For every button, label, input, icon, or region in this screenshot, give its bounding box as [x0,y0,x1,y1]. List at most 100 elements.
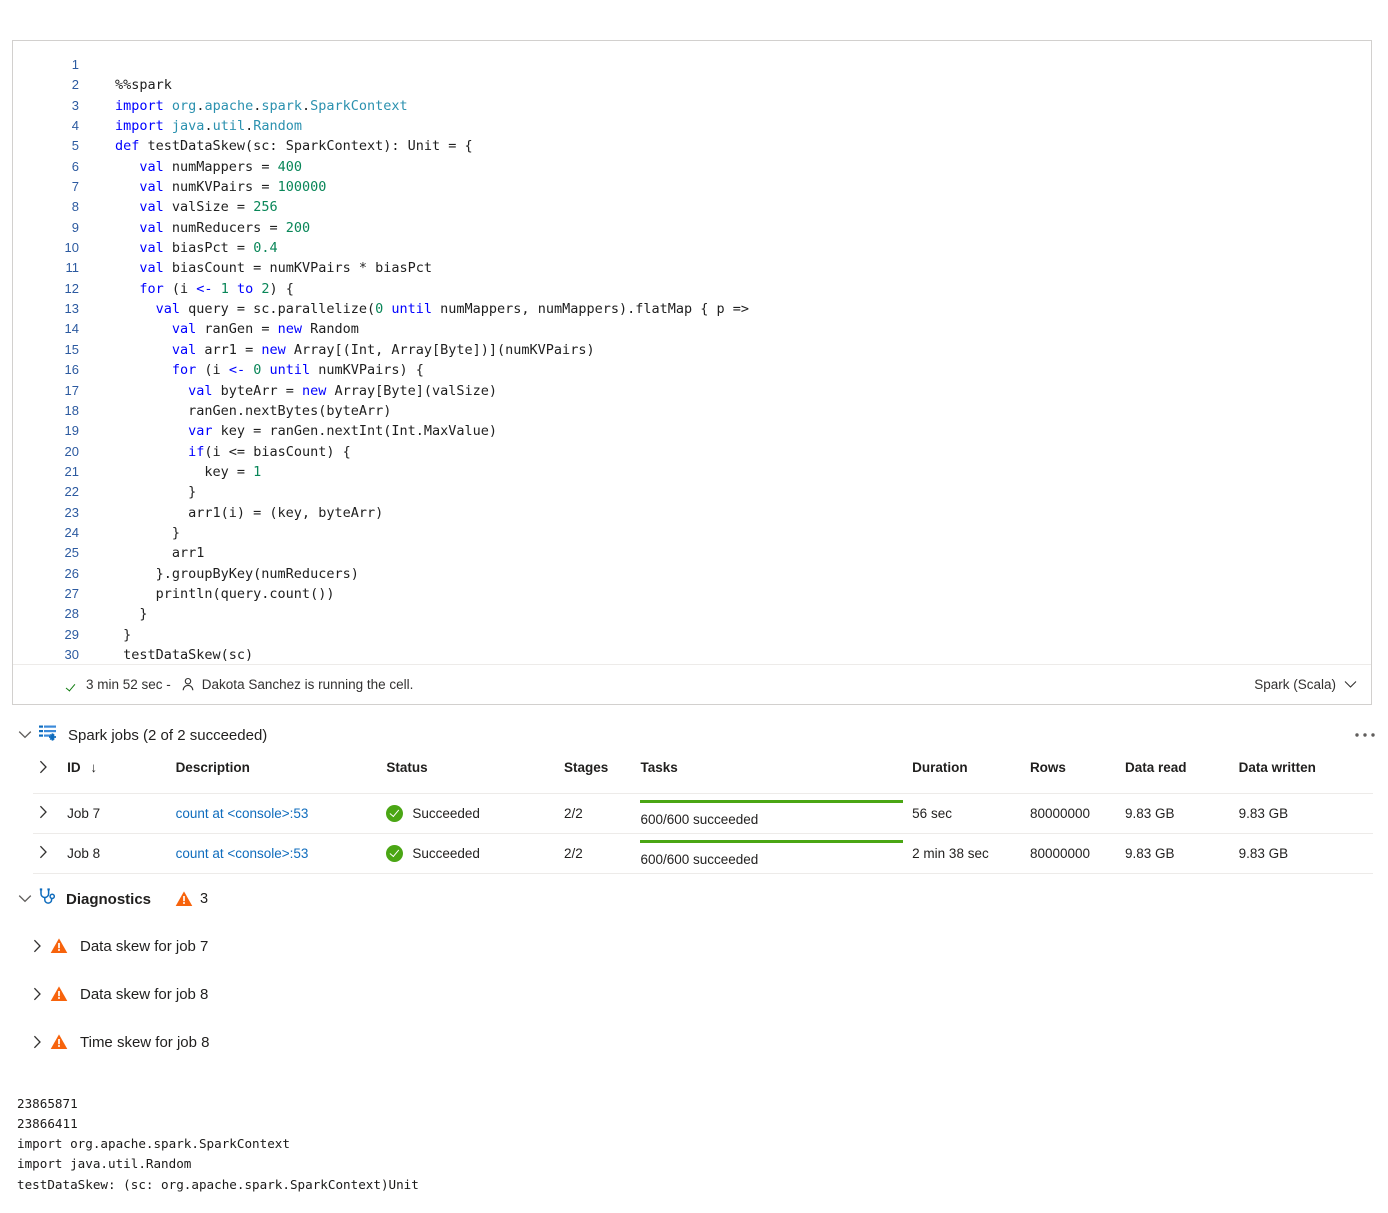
code-line-text: } [115,626,132,643]
line-number: 14 [64,321,79,337]
diagnostics-section-header[interactable]: Diagnostics 3 [12,884,208,914]
column-header-data-written[interactable]: Data written [1239,760,1373,794]
line-number: 8 [71,199,79,215]
line-number: 15 [64,341,79,357]
chevron-right-icon[interactable] [24,933,50,959]
code-line: 25 arr1 [13,543,1371,563]
line-number: 27 [64,585,79,601]
chevron-down-icon[interactable] [12,886,38,912]
code-line-text: val arr1 = new Array[(Int, Array[Byte])]… [171,341,595,358]
cell-success-check-icon [67,678,81,692]
cell-job-id: Job 7 [67,793,176,834]
code-line-text: ranGen.nextBytes(byteArr) [115,402,392,419]
line-number: 7 [71,179,79,195]
warning-icon [50,937,68,955]
cell-job-tasks: 600/600 succeeded [640,793,913,834]
person-icon [181,677,195,692]
diagnostics-item[interactable]: Data skew for job 8 [24,979,208,1009]
column-header-duration[interactable]: Duration [912,760,1030,794]
code-line: 5 def testDataSkew(sc: SparkContext): Uni… [13,136,1371,156]
sort-descending-icon: ↓ [90,760,98,775]
row-expand-cell[interactable] [33,833,68,874]
column-header-description[interactable]: Description [176,760,387,794]
column-header-tasks[interactable]: Tasks [640,760,912,794]
cell-job-description[interactable]: count at <console>:53 [175,793,387,834]
line-number: 11 [65,260,80,276]
cell-language-selector[interactable]: Spark (Scala) [1254,677,1357,692]
code-line-text: val numReducers = 200 [139,219,311,236]
code-line: 7 val numKVPairs = 100000 [13,177,1371,197]
warning-icon [50,1033,68,1051]
table-row[interactable]: Job 7 count at <console>:53 Succeeded 2/2 60… [33,793,1373,834]
chevron-right-icon[interactable] [33,845,53,859]
code-line-text: var key = ranGen.nextInt(Int.MaxValue) [188,423,498,440]
code-editor[interactable]: 1 2 %%spark 3 import org.apache.spark.SparkC… [13,55,1371,665]
column-header-stages[interactable]: Stages [564,760,640,794]
code-line-text: %%spark [115,77,172,94]
warning-icon [50,985,68,1003]
code-line-text: val valSize = 256 [139,199,278,216]
column-header-status[interactable]: Status [386,760,564,794]
chevron-down-icon [1344,677,1357,692]
cell-job-description[interactable]: count at <console>:53 [175,833,387,874]
spark-jobs-table: ID ↓ Description Status Stages Tasks Dur… [33,760,1373,874]
code-line: 14 val ranGen = new Random [13,319,1371,339]
code-line-text: for (i <- 0 until numKVPairs) { [171,362,424,379]
chevron-right-icon[interactable] [33,805,53,819]
spark-jobs-section-header[interactable]: Spark jobs (2 of 2 succeeded) [12,718,1374,752]
column-header-data-read[interactable]: Data read [1125,760,1239,794]
diagnostics-item-label: Data skew for job 8 [80,985,209,1003]
line-number: 23 [64,504,79,520]
code-line: 13 val query = sc.parallelize(0 until nu… [13,299,1371,319]
line-number: 10 [64,240,79,256]
line-number: 30 [64,646,79,662]
code-line: 3 import org.apache.spark.SparkContext [13,96,1371,116]
cell-language-label: Spark (Scala) [1254,677,1336,692]
code-line: 16 for (i <- 0 until numKVPairs) { [13,360,1371,380]
code-line: 28 } [13,604,1371,624]
chevron-down-icon[interactable] [12,722,38,748]
cell-job-id: Job 8 [67,833,176,874]
cell-job-rows: 80000000 [1029,833,1125,874]
diagnostics-item-label: Time skew for job 8 [80,1033,210,1051]
line-number: 6 [71,158,79,174]
line-number: 3 [71,97,79,113]
expand-all-header[interactable] [33,760,67,794]
code-line: 2 %%spark [13,75,1371,95]
line-number: 9 [71,219,79,235]
line-number: 25 [64,545,79,561]
table-row[interactable]: Job 8 count at <console>:53 Succeeded 2/2 60… [33,833,1373,874]
code-line: 8 val valSize = 256 [13,197,1371,217]
diagnostics-item[interactable]: Time skew for job 8 [24,1027,210,1057]
code-line: 9 val numReducers = 200 [13,218,1371,238]
chevron-right-icon[interactable] [33,760,53,774]
code-line-text: } [115,606,148,623]
code-line-text: if(i <= biasCount) { [188,443,351,460]
table-header-row: ID ↓ Description Status Stages Tasks Dur… [33,760,1373,794]
code-line-text: println(query.count()) [115,585,335,602]
diagnostics-warning-count: 3 [175,890,208,908]
cell-job-stages: 2/2 [564,833,641,874]
code-line: 20 if(i <= biasCount) { [13,442,1371,462]
code-line: 4 import java.util.Random [13,116,1371,136]
diagnostics-item[interactable]: Data skew for job 7 [24,931,208,961]
spark-jobs-more-options-icon[interactable] [1350,722,1380,748]
code-line: 30 testDataSkew(sc) [13,645,1371,665]
code-line: 17 val byteArr = new Array[Byte](valSize… [13,381,1371,401]
code-line-text: for (i <- 1 to 2) { [139,280,294,297]
success-icon [386,845,404,862]
column-header-id[interactable]: ID ↓ [67,760,175,794]
diagnostics-item-label: Data skew for job 7 [80,937,209,955]
column-header-rows[interactable]: Rows [1030,760,1125,794]
code-line: 23 arr1(i) = (key, byteArr) [13,503,1371,523]
notebook-code-cell[interactable]: 1 2 %%spark 3 import org.apache.spark.SparkC… [12,40,1372,705]
stethoscope-icon [38,887,58,912]
code-line: 24 } [13,523,1371,543]
row-expand-cell[interactable] [33,793,68,834]
cell-job-data-written: 9.83 GB [1238,793,1373,834]
line-number: 21 [64,463,79,479]
chevron-right-icon[interactable] [24,981,50,1007]
line-number: 24 [64,524,79,540]
chevron-right-icon[interactable] [24,1029,50,1055]
code-line: 29 } [13,625,1371,645]
